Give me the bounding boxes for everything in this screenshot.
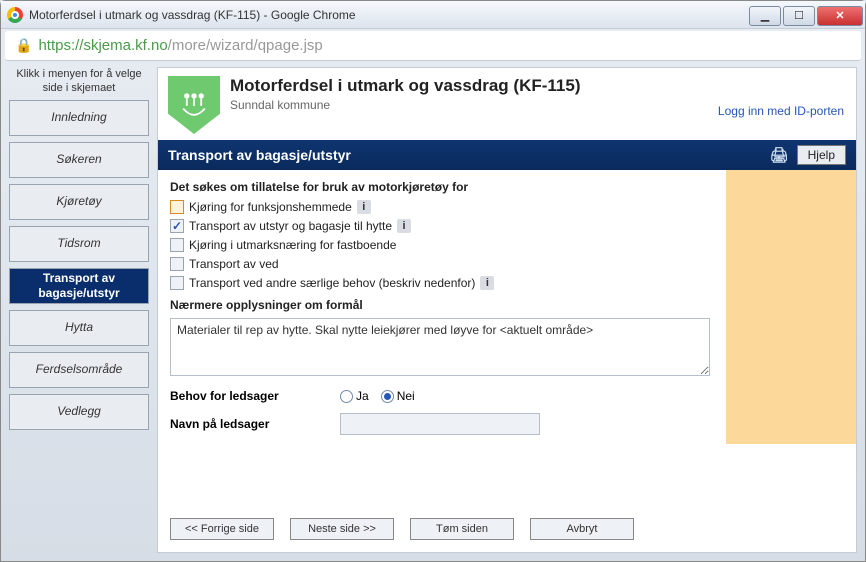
- checkbox-funksjon[interactable]: [170, 200, 184, 214]
- section-title: Transport av bagasje/utstyr: [168, 147, 351, 163]
- main-panel: Motorferdsel i utmark og vassdrag (KF-11…: [157, 67, 857, 553]
- radio-label-ja: Ja: [356, 389, 369, 403]
- sidebar-item-transport[interactable]: Transport av bagasje/utstyr: [9, 268, 149, 304]
- details-label: Nærmere opplysninger om formål: [170, 298, 844, 312]
- group-label-tillatelse: Det søkes om tillatelse for bruk av moto…: [170, 180, 844, 194]
- address-bar[interactable]: 🔒 https://skjema.kf.no/more/wizard/qpage…: [5, 31, 861, 61]
- sidebar-item-ferdselsomrade[interactable]: Ferdselsområde: [9, 352, 149, 388]
- lock-icon: 🔒: [15, 37, 32, 54]
- navn-label: Navn på ledsager: [170, 417, 340, 431]
- info-icon[interactable]: i: [357, 200, 371, 214]
- cancel-button[interactable]: Avbryt: [530, 518, 634, 540]
- checkbox-saerlige[interactable]: [170, 276, 184, 290]
- print-icon[interactable]: 🖨: [770, 146, 789, 164]
- sidebar-item-sokeren[interactable]: Søkeren: [9, 142, 149, 178]
- browser-window: Motorferdsel i utmark og vassdrag (KF-11…: [0, 0, 866, 562]
- login-link[interactable]: Logg inn med ID-porten: [718, 104, 844, 118]
- checkbox-label-funksjon: Kjøring for funksjonshemmede: [189, 200, 352, 214]
- prev-button[interactable]: << Forrige side: [170, 518, 274, 540]
- info-icon[interactable]: i: [480, 276, 494, 290]
- sidebar: Klikk i menyen for å velge side i skjema…: [9, 67, 149, 553]
- next-button[interactable]: Neste side >>: [290, 518, 394, 540]
- close-button[interactable]: [817, 6, 863, 26]
- help-button[interactable]: Hjelp: [797, 145, 846, 165]
- sidebar-item-kjoretoy[interactable]: Kjøretøy: [9, 184, 149, 220]
- radio-ja[interactable]: Ja: [340, 389, 369, 403]
- checkbox-ved[interactable]: [170, 257, 184, 271]
- page-title: Motorferdsel i utmark og vassdrag (KF-11…: [230, 76, 580, 96]
- checkbox-label-utmark: Kjøring i utmarksnæring for fastboende: [189, 238, 396, 252]
- maximize-button[interactable]: [783, 6, 815, 26]
- sidebar-item-hytta[interactable]: Hytta: [9, 310, 149, 346]
- ledsager-label: Behov for ledsager: [170, 389, 340, 403]
- checkbox-label-saerlige: Transport ved andre særlige behov (beskr…: [189, 276, 475, 290]
- checkbox-transport-hytte[interactable]: [170, 219, 184, 233]
- checkbox-label-ved: Transport av ved: [189, 257, 279, 271]
- sidebar-item-tidsrom[interactable]: Tidsrom: [9, 226, 149, 262]
- url-host: https://skjema.kf.no: [38, 37, 167, 54]
- radio-dot-nei: [381, 390, 394, 403]
- titlebar: Motorferdsel i utmark og vassdrag (KF-11…: [1, 1, 865, 29]
- checkbox-utmark[interactable]: [170, 238, 184, 252]
- details-textarea[interactable]: [170, 318, 710, 376]
- radio-dot-ja: [340, 390, 353, 403]
- crest-icon: [168, 76, 220, 134]
- sidebar-item-innledning[interactable]: Innledning: [9, 100, 149, 136]
- minimize-button[interactable]: [749, 6, 781, 26]
- clear-button[interactable]: Tøm siden: [410, 518, 514, 540]
- section-bar: Transport av bagasje/utstyr 🖨 Hjelp: [158, 140, 856, 170]
- page-subtitle: Sunndal kommune: [230, 98, 580, 112]
- sidebar-item-vedlegg[interactable]: Vedlegg: [9, 394, 149, 430]
- footer-buttons: << Forrige side Neste side >> Tøm siden …: [158, 508, 856, 552]
- url-path: /more/wizard/qpage.jsp: [168, 37, 323, 54]
- url: https://skjema.kf.no/more/wizard/qpage.j…: [38, 37, 322, 54]
- sidebar-hint: Klikk i menyen for å velge side i skjema…: [9, 67, 149, 96]
- info-icon[interactable]: i: [397, 219, 411, 233]
- chrome-icon: [7, 7, 23, 23]
- checkbox-label-transport-hytte: Transport av utstyr og bagasje til hytte: [189, 219, 392, 233]
- radio-label-nei: Nei: [397, 389, 415, 403]
- window-title: Motorferdsel i utmark og vassdrag (KF-11…: [29, 8, 356, 22]
- radio-nei[interactable]: Nei: [381, 389, 415, 403]
- navn-input[interactable]: [340, 413, 540, 435]
